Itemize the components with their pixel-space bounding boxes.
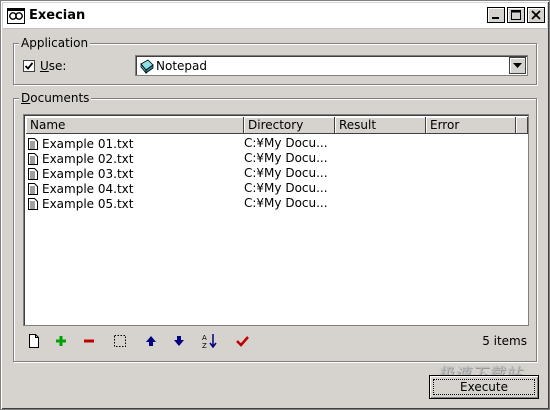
- list-item[interactable]: Example 03.txt C:¥My Docu...: [28, 166, 334, 181]
- move-down-button[interactable]: [170, 332, 188, 350]
- minimize-icon: [492, 17, 499, 19]
- checkmark-icon: [24, 62, 34, 70]
- text-file-icon: [28, 137, 38, 150]
- text-file-icon: [28, 167, 38, 180]
- execian-app-icon: [7, 8, 25, 24]
- remove-button[interactable]: [80, 332, 98, 350]
- maximize-icon: [511, 10, 521, 20]
- add-button[interactable]: [52, 332, 70, 350]
- list-item[interactable]: Example 04.txt C:¥My Docu...: [28, 181, 334, 196]
- execute-label: Execute: [433, 379, 535, 395]
- column-header-name[interactable]: Name: [26, 117, 244, 134]
- window-title: Execian: [29, 8, 86, 23]
- application-group-label: Application: [19, 36, 91, 50]
- select-all-button[interactable]: [111, 332, 129, 350]
- select-icon: [114, 335, 126, 347]
- execute-check-button[interactable]: [233, 332, 251, 350]
- list-item[interactable]: Example 02.txt C:¥My Docu...: [28, 151, 334, 166]
- new-document-button[interactable]: [25, 332, 43, 350]
- dropdown-button[interactable]: [509, 57, 526, 74]
- check-icon: [235, 336, 249, 347]
- list-header: Name Directory Result Error: [26, 117, 528, 134]
- notepad-icon: [140, 59, 154, 74]
- execian-window: Execian Application Use: Notepad Documen…: [0, 0, 550, 410]
- maximize-button[interactable]: [507, 7, 525, 23]
- document-name: Example 03.txt: [42, 166, 134, 181]
- document-directory: C:¥My Docu...: [244, 181, 328, 195]
- text-file-icon: [28, 152, 38, 165]
- svg-text:Z: Z: [202, 342, 207, 349]
- document-directory: C:¥My Docu...: [244, 136, 328, 150]
- list-item[interactable]: Example 01.txt C:¥My Docu...: [28, 136, 334, 151]
- document-directory: C:¥My Docu...: [244, 196, 328, 210]
- new-document-icon: [29, 334, 39, 348]
- documents-group-label: Documents: [19, 91, 92, 105]
- document-name: Example 05.txt: [42, 196, 134, 211]
- minimize-button[interactable]: [487, 7, 505, 23]
- column-header-filler: [516, 117, 528, 134]
- column-header-error[interactable]: Error: [426, 117, 516, 134]
- document-directory: C:¥My Docu...: [244, 166, 328, 180]
- close-icon: [531, 10, 541, 20]
- selected-application: Notepad: [156, 59, 207, 73]
- move-down-icon: [174, 336, 184, 346]
- title-bar[interactable]: Execian: [3, 3, 547, 29]
- sort-button[interactable]: A Z: [201, 332, 219, 350]
- column-header-directory[interactable]: Directory: [244, 117, 335, 134]
- use-label: Use:: [40, 59, 67, 73]
- text-file-icon: [28, 197, 38, 210]
- document-name: Example 02.txt: [42, 151, 134, 166]
- application-select[interactable]: Notepad: [135, 55, 528, 76]
- svg-text:A: A: [202, 334, 207, 342]
- sort-az-icon: A Z: [202, 334, 217, 349]
- use-checkbox[interactable]: [23, 60, 35, 72]
- documents-list[interactable]: Name Directory Result Error Example 01.t…: [23, 114, 529, 326]
- document-name: Example 01.txt: [42, 136, 134, 151]
- list-item[interactable]: Example 05.txt C:¥My Docu...: [28, 196, 334, 211]
- remove-icon: [84, 339, 94, 343]
- item-count: 5 items: [482, 334, 527, 348]
- document-directory: C:¥My Docu...: [244, 151, 328, 165]
- close-button[interactable]: [527, 7, 545, 23]
- chevron-down-icon: [513, 62, 522, 68]
- execute-button[interactable]: Execute: [429, 375, 539, 399]
- move-up-icon: [146, 336, 156, 346]
- move-up-button[interactable]: [142, 332, 160, 350]
- text-file-icon: [28, 182, 38, 195]
- column-header-result[interactable]: Result: [335, 117, 426, 134]
- add-icon: [56, 336, 66, 346]
- document-name: Example 04.txt: [42, 181, 134, 196]
